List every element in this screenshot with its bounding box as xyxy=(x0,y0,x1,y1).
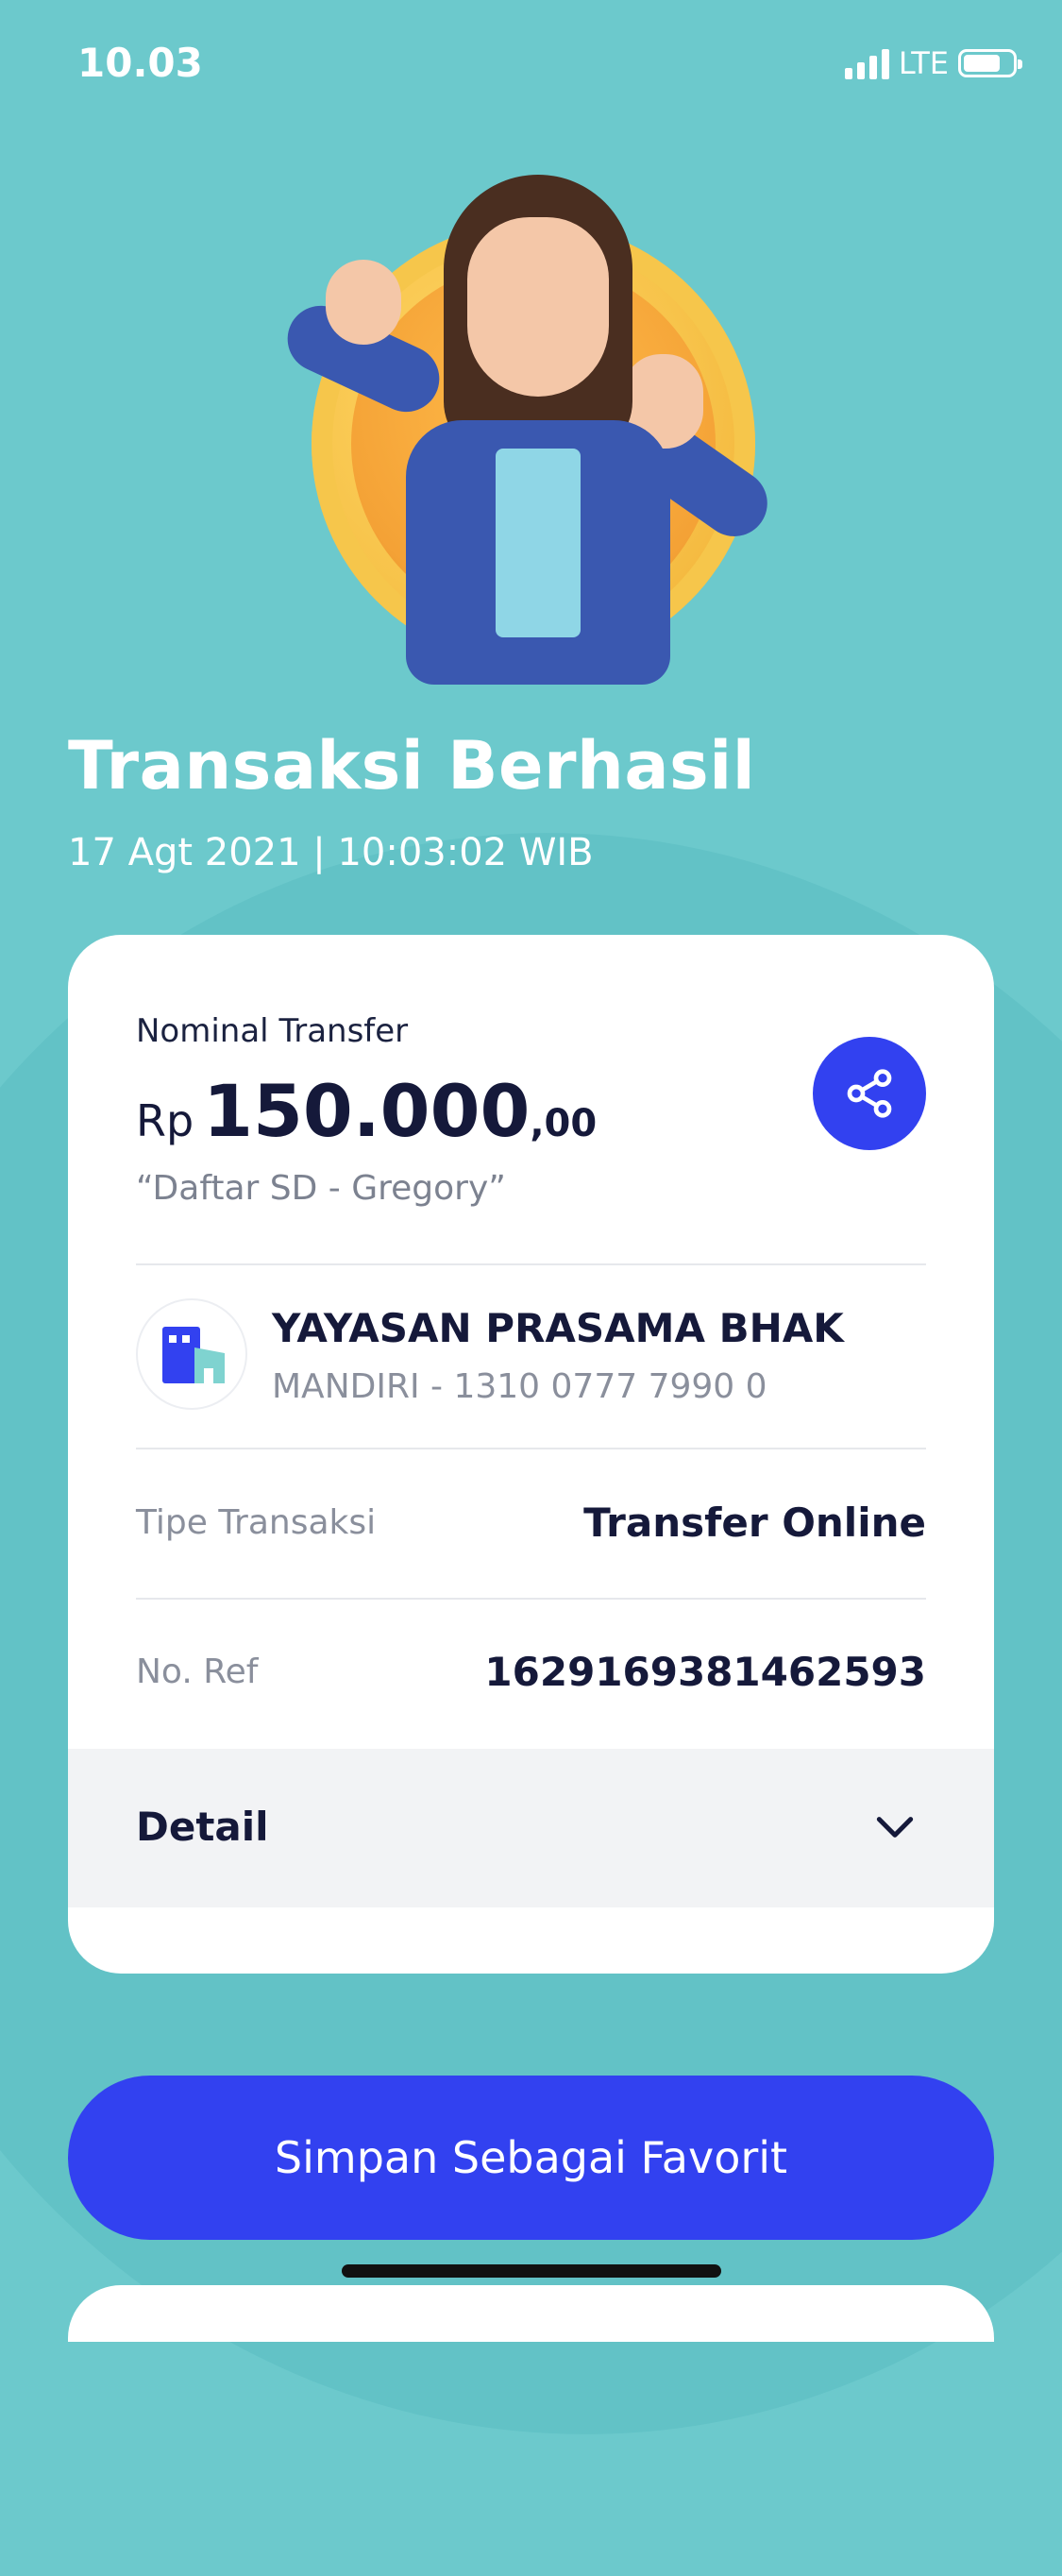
share-icon xyxy=(847,1069,892,1118)
network-type: LTE xyxy=(898,45,949,81)
avatar-face xyxy=(467,217,609,397)
reference-label: No. Ref xyxy=(136,1652,259,1691)
save-favorite-button[interactable]: Simpan Sebagai Favorit xyxy=(68,2076,994,2240)
page-title: Transaksi Berhasil xyxy=(68,727,756,805)
recipient-name: YAYASAN PRASAMA BHAK xyxy=(272,1305,844,1351)
divider xyxy=(136,1263,926,1265)
receipt-card: Nominal Transfer Rp 150.000,00 “Daftar SD… xyxy=(68,935,994,1974)
chevron-down-icon xyxy=(876,1817,914,1838)
status-time: 10.03 xyxy=(77,40,203,86)
signal-icon xyxy=(844,47,889,79)
transfer-amount: Rp 150.000,00 xyxy=(136,1069,597,1153)
amount-main: 150.000 xyxy=(203,1069,531,1153)
next-card-edge xyxy=(68,2285,994,2342)
share-button[interactable] xyxy=(813,1037,926,1150)
status-bar: 10.03 LTE xyxy=(0,0,1062,132)
transfer-note: “Daftar SD - Gregory” xyxy=(136,1169,506,1208)
home-indicator xyxy=(342,2264,721,2278)
transaction-timestamp: 17 Agt 2021 | 10:03:02 WIB xyxy=(68,831,594,874)
divider xyxy=(136,1598,926,1600)
amount-label: Nominal Transfer xyxy=(136,1012,409,1050)
transaction-type-value: Transfer Online xyxy=(583,1500,926,1546)
detail-label: Detail xyxy=(136,1804,269,1850)
detail-toggle[interactable]: Detail xyxy=(68,1749,994,1907)
recipient-account: MANDIRI - 1310 0777 7990 0 xyxy=(272,1367,767,1406)
divider xyxy=(136,1448,926,1449)
transaction-type-label: Tipe Transaksi xyxy=(136,1503,377,1542)
status-icons: LTE xyxy=(844,45,1022,81)
reference-value: 1629169381462593 xyxy=(484,1649,926,1695)
recipient-bank-logo xyxy=(136,1298,247,1410)
amount-decimal: ,00 xyxy=(530,1102,598,1145)
battery-icon xyxy=(958,49,1022,77)
success-illustration xyxy=(274,165,802,685)
building-icon xyxy=(162,1327,225,1383)
currency: Rp xyxy=(136,1095,194,1146)
